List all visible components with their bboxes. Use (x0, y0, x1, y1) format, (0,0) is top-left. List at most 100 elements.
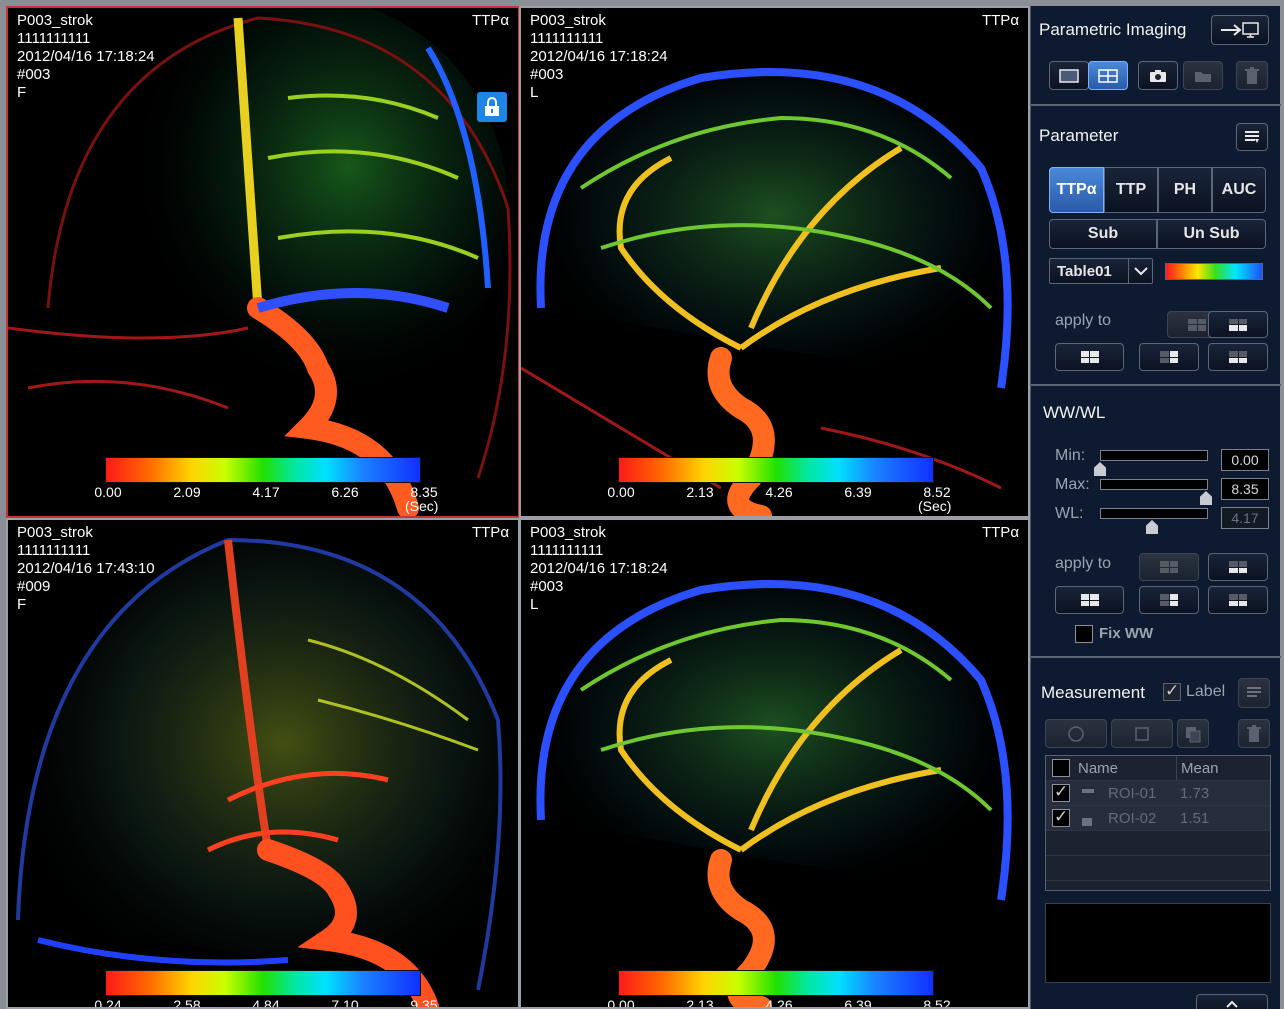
parameter-mode-label: TTPα (981, 12, 1019, 29)
column-header-name: Name (1078, 760, 1119, 777)
circle-icon (1068, 725, 1084, 742)
min-value-input[interactable]: 0.00 (1221, 449, 1269, 471)
label-checkbox[interactable] (1163, 681, 1181, 701)
measurement-menu-button[interactable] (1238, 678, 1270, 708)
sub-button[interactable]: Sub (1049, 219, 1157, 249)
apply-to-column-button[interactable] (1208, 586, 1268, 614)
patient-info-overlay: P003_strok 1111111111 2012/04/16 17:18:2… (530, 524, 668, 614)
color-scale-ticks: 0.00 2.13 4.26 6.39 8.52 (591, 997, 971, 1009)
layout-quad-button[interactable] (1088, 61, 1128, 90)
tab-auc[interactable]: AUC (1212, 167, 1266, 213)
tick-label: 0.24 (94, 997, 122, 1009)
color-scale-ticks: 0.00 2.09 4.17 6.26 8.35 (78, 484, 458, 500)
tab-ph[interactable]: PH (1158, 167, 1212, 213)
expand-icon (1226, 1000, 1238, 1008)
patient-name: P003_strok (530, 12, 606, 29)
max-value-input[interactable]: 8.35 (1221, 478, 1269, 500)
tab-ttp[interactable]: TTP (1104, 167, 1158, 213)
color-table-value: Table01 (1057, 262, 1112, 280)
export-to-monitor-button[interactable] (1211, 15, 1269, 45)
apply-to-column-button[interactable] (1208, 343, 1268, 371)
snapshot-button[interactable] (1138, 61, 1178, 90)
study-datetime: 2012/04/16 17:18:24 (530, 560, 668, 577)
viewport-layout-icon (1160, 561, 1178, 573)
color-scale-unit: (Sec) (405, 498, 439, 514)
open-folder-button[interactable] (1183, 61, 1223, 90)
delete-roi-button[interactable] (1238, 719, 1270, 748)
viewport-2[interactable]: P003_strok 1111111111 2012/04/16 17:18:2… (519, 6, 1030, 518)
apply-to-row-button[interactable] (1139, 343, 1199, 371)
view-orientation: F (17, 84, 27, 101)
copy-roi-button[interactable] (1177, 719, 1209, 748)
trash-icon (1245, 66, 1259, 84)
table-row-empty (1046, 831, 1270, 856)
color-scale-bar (618, 457, 934, 483)
viewport-layout-icon (1229, 318, 1247, 331)
view-orientation: L (530, 84, 539, 101)
viewport-3[interactable]: P003_strok 1111111111 2012/04/16 17:43:1… (6, 518, 520, 1009)
patient-id: 1111111111 (17, 542, 91, 559)
tick-label: 6.26 (331, 484, 359, 500)
viewport-layout-icon (1229, 594, 1247, 606)
study-datetime: 2012/04/16 17:18:24 (17, 48, 155, 65)
viewport-4[interactable]: P003_strok 1111111111 2012/04/16 17:18:2… (519, 518, 1030, 1009)
viewport-layout-icon (1229, 351, 1247, 363)
tab-ttp-alpha[interactable]: TTPα (1049, 167, 1104, 213)
color-scale-ticks: 0.24 2.58 4.84 7.10 9.35 (78, 997, 458, 1009)
ww-wl-section: WW/WL Min: 0.00 Max: 8.35 WL: 4.17 apply… (1031, 386, 1281, 658)
parameter-mode-label: TTPα (981, 524, 1019, 541)
table-row[interactable]: ROI-02 1.51 (1046, 806, 1270, 831)
tick-label: 9.35 (410, 997, 438, 1009)
frame-number: #009 (17, 578, 51, 595)
patient-id: 1111111111 (530, 30, 604, 47)
apply-to-all-button[interactable] (1055, 343, 1124, 371)
all-viewports-icon (1080, 594, 1099, 606)
max-slider-thumb[interactable] (1200, 491, 1212, 505)
roi-color-swatch (1082, 818, 1092, 826)
wl-slider-thumb[interactable] (1146, 520, 1158, 534)
roi-table: Name Mean ROI-01 1.73 ROI-02 1.51 (1045, 755, 1271, 891)
circle-roi-button[interactable] (1045, 719, 1107, 748)
measurement-detail-area (1045, 903, 1271, 983)
tick-label: 4.26 (765, 484, 793, 500)
row-checkbox[interactable] (1052, 807, 1070, 827)
fix-ww-checkbox[interactable] (1075, 625, 1093, 643)
layout-single-button[interactable] (1049, 61, 1089, 90)
color-scale-ticks: 0.00 2.13 4.26 6.39 8.52 (591, 484, 971, 500)
delete-button[interactable] (1236, 61, 1268, 90)
rectangle-roi-button[interactable] (1111, 719, 1173, 748)
table-header: Name Mean (1046, 756, 1270, 781)
min-slider[interactable] (1100, 450, 1208, 461)
patient-id: 1111111111 (17, 30, 91, 47)
color-table-preview (1165, 263, 1263, 280)
wl-slider[interactable] (1100, 508, 1208, 519)
max-slider[interactable] (1100, 479, 1208, 490)
select-all-checkbox[interactable] (1052, 759, 1070, 777)
apply-to-row-button[interactable] (1139, 586, 1199, 614)
tick-label: 6.39 (844, 484, 872, 500)
parameter-mode-label: TTPα (471, 524, 509, 541)
unsub-button[interactable]: Un Sub (1157, 219, 1266, 249)
table-row[interactable]: ROI-01 1.73 (1046, 781, 1270, 806)
tick-label: 8.52 (923, 997, 951, 1009)
viewport-1[interactable]: P003_strok 1111111111 2012/04/16 17:18:2… (6, 6, 520, 518)
apply-to-right-button[interactable] (1208, 311, 1268, 338)
lock-button[interactable] (477, 92, 507, 122)
all-viewports-icon (1080, 351, 1099, 363)
apply-to-viewport-button[interactable] (1139, 553, 1199, 581)
viewport-layout-icon (1188, 318, 1206, 331)
section-title: Parametric Imaging (1039, 20, 1187, 39)
tick-label: 2.58 (173, 997, 201, 1009)
roi-name: ROI-01 (1108, 785, 1157, 802)
wl-value-input[interactable]: 4.17 (1221, 507, 1269, 529)
parameter-menu-button[interactable] (1236, 123, 1268, 151)
section-title: Parameter (1039, 126, 1119, 145)
row-checkbox[interactable] (1052, 782, 1070, 802)
expand-button[interactable] (1196, 994, 1268, 1009)
min-slider-thumb[interactable] (1094, 462, 1106, 476)
patient-name: P003_strok (17, 524, 93, 541)
apply-to-all-button[interactable] (1055, 586, 1124, 614)
apply-to-right-button[interactable] (1208, 553, 1268, 581)
color-table-select[interactable]: Table01 (1049, 258, 1153, 284)
rectangle-icon (1135, 726, 1149, 741)
